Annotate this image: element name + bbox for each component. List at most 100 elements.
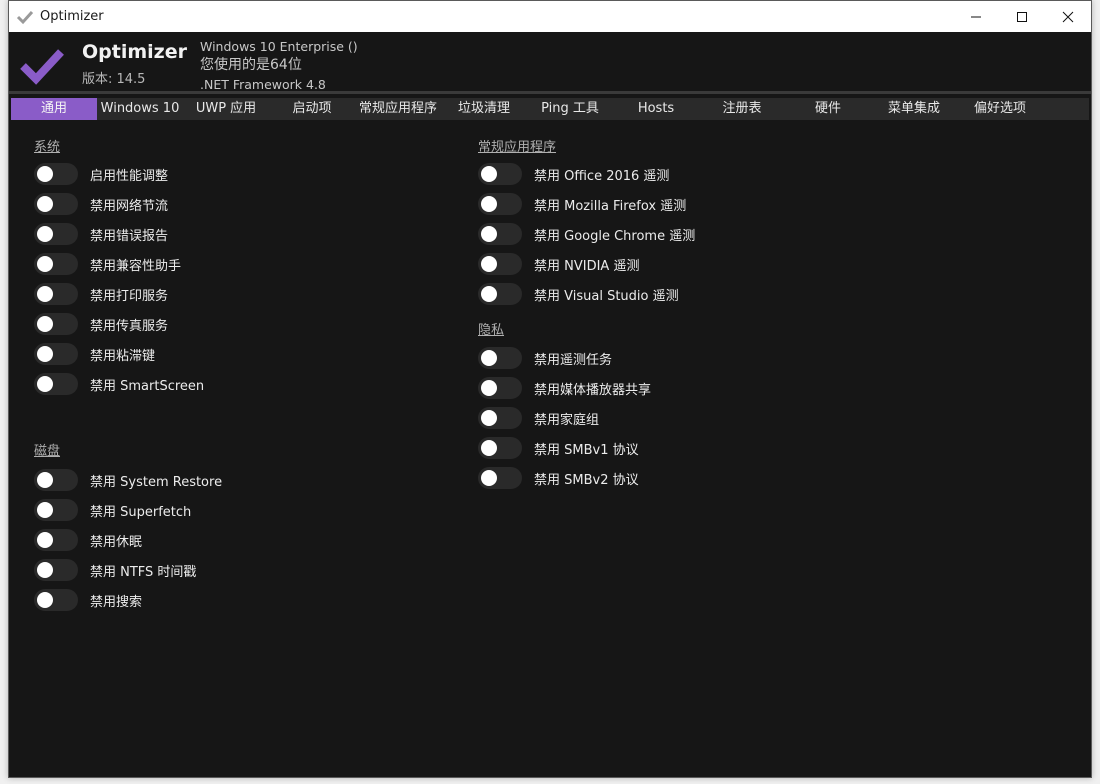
window-controls — [953, 1, 1091, 32]
toggle-knob — [481, 226, 497, 242]
tab-windows-10[interactable]: Windows 10 — [97, 98, 183, 120]
toggle-switch[interactable] — [34, 559, 78, 581]
close-button[interactable] — [1045, 1, 1091, 32]
option-label[interactable]: 启用性能调整 — [90, 165, 168, 184]
close-icon — [1062, 11, 1074, 22]
toggle-knob — [481, 196, 497, 212]
option-label[interactable]: 禁用错误报告 — [90, 225, 168, 244]
option-row: 禁用 Visual Studio 遥测 — [478, 283, 679, 305]
toggle-knob — [481, 380, 497, 396]
option-label[interactable]: 禁用家庭组 — [534, 409, 599, 428]
option-label[interactable]: 禁用 Mozilla Firefox 遥测 — [534, 195, 686, 214]
option-label[interactable]: 禁用 Office 2016 遥测 — [534, 165, 669, 184]
option-label[interactable]: 禁用 NVIDIA 遥测 — [534, 255, 639, 274]
option-row: 禁用媒体播放器共享 — [478, 377, 651, 399]
section-title-system[interactable]: 系统 — [34, 136, 60, 155]
toggle-switch[interactable] — [34, 589, 78, 611]
toggle-knob — [37, 592, 53, 608]
tab-ping-tool[interactable]: Ping 工具 — [527, 98, 613, 120]
system-info: Windows 10 Enterprise () 您使用的是64位 .NET F… — [200, 37, 358, 94]
tab-common-apps[interactable]: 常规应用程序 — [355, 98, 441, 120]
option-row: 禁用粘滞键 — [34, 343, 155, 365]
minimize-button[interactable] — [953, 1, 999, 32]
toggle-switch[interactable] — [34, 253, 78, 275]
option-label[interactable]: 禁用休眠 — [90, 531, 142, 550]
toggle-knob — [37, 316, 53, 332]
option-label[interactable]: 禁用 SMBv2 协议 — [534, 469, 639, 488]
option-label[interactable]: 禁用粘滞键 — [90, 345, 155, 364]
general-tab-content: 系统 启用性能调整 禁用网络节流 禁用错误报告 禁用兼容性助手 禁用打印服务 禁… — [9, 123, 1091, 777]
toggle-knob — [481, 440, 497, 456]
tab-registry[interactable]: 注册表 — [699, 98, 785, 120]
toggle-switch[interactable] — [34, 343, 78, 365]
option-label[interactable]: 禁用遥测任务 — [534, 349, 612, 368]
toggle-switch[interactable] — [478, 163, 522, 185]
toggle-knob — [37, 532, 53, 548]
toggle-switch[interactable] — [478, 253, 522, 275]
toggle-switch[interactable] — [34, 469, 78, 491]
toggle-knob — [481, 470, 497, 486]
toggle-switch[interactable] — [478, 347, 522, 369]
toggle-switch[interactable] — [478, 377, 522, 399]
toggle-switch[interactable] — [34, 223, 78, 245]
section-title-privacy[interactable]: 隐私 — [478, 319, 504, 338]
tab-hardware[interactable]: 硬件 — [785, 98, 871, 120]
toggle-switch[interactable] — [478, 407, 522, 429]
tab-bar: 通用 Windows 10 UWP 应用 启动项 常规应用程序 垃圾清理 Pin… — [11, 98, 1089, 120]
maximize-button[interactable] — [999, 1, 1045, 32]
tab-preferences[interactable]: 偏好选项 — [957, 98, 1043, 120]
toggle-switch[interactable] — [34, 313, 78, 335]
option-label[interactable]: 禁用 System Restore — [90, 471, 222, 490]
toggle-knob — [481, 410, 497, 426]
toggle-switch[interactable] — [34, 163, 78, 185]
toggle-switch[interactable] — [34, 499, 78, 521]
option-label[interactable]: 禁用 SMBv1 协议 — [534, 439, 639, 458]
toggle-switch[interactable] — [478, 467, 522, 489]
optimizer-logo-icon — [20, 49, 64, 85]
option-label[interactable]: 禁用网络节流 — [90, 195, 168, 214]
toggle-switch[interactable] — [478, 283, 522, 305]
toggle-switch[interactable] — [478, 437, 522, 459]
option-label[interactable]: 禁用 Superfetch — [90, 501, 191, 520]
toggle-switch[interactable] — [34, 193, 78, 215]
section-title-common-apps[interactable]: 常规应用程序 — [478, 136, 556, 155]
option-label[interactable]: 禁用 Visual Studio 遥测 — [534, 285, 679, 304]
option-row: 禁用 NTFS 时间戳 — [34, 559, 196, 581]
option-row: 禁用 Google Chrome 遥测 — [478, 223, 695, 245]
option-row: 禁用家庭组 — [478, 407, 599, 429]
tab-general[interactable]: 通用 — [11, 98, 97, 120]
tab-menu-integration[interactable]: 菜单集成 — [871, 98, 957, 120]
os-version: Windows 10 Enterprise () — [200, 39, 358, 54]
title-bar[interactable]: Optimizer — [9, 1, 1091, 32]
toggle-knob — [481, 166, 497, 182]
tab-cleaner[interactable]: 垃圾清理 — [441, 98, 527, 120]
toggle-knob — [37, 256, 53, 272]
option-row: 禁用 Superfetch — [34, 499, 191, 521]
toggle-knob — [37, 562, 53, 578]
option-label[interactable]: 禁用 Google Chrome 遥测 — [534, 225, 695, 244]
toggle-switch[interactable] — [34, 283, 78, 305]
toggle-knob — [37, 196, 53, 212]
option-label[interactable]: 禁用媒体播放器共享 — [534, 379, 651, 398]
option-label[interactable]: 禁用打印服务 — [90, 285, 168, 304]
toggle-knob — [481, 286, 497, 302]
option-label[interactable]: 禁用传真服务 — [90, 315, 168, 334]
option-label[interactable]: 禁用 SmartScreen — [90, 375, 204, 394]
app-version: 版本: 14.5 — [82, 72, 146, 87]
option-label[interactable]: 禁用 NTFS 时间戳 — [90, 561, 196, 580]
toggle-switch[interactable] — [478, 223, 522, 245]
tab-uwp-apps[interactable]: UWP 应用 — [183, 98, 269, 120]
option-label[interactable]: 禁用搜索 — [90, 591, 142, 610]
app-header: Optimizer 版本: 14.5 Windows 10 Enterprise… — [9, 32, 1091, 94]
tab-startup[interactable]: 启动项 — [269, 98, 355, 120]
tab-hosts[interactable]: Hosts — [613, 98, 699, 120]
checkmark-app-icon — [16, 10, 34, 24]
toggle-switch[interactable] — [34, 373, 78, 395]
option-label[interactable]: 禁用兼容性助手 — [90, 255, 181, 274]
toggle-switch[interactable] — [478, 193, 522, 215]
option-row: 禁用 SMBv1 协议 — [478, 437, 639, 459]
option-row: 禁用传真服务 — [34, 313, 168, 335]
toggle-switch[interactable] — [34, 529, 78, 551]
section-title-disk[interactable]: 磁盘 — [34, 440, 60, 459]
option-row: 禁用搜索 — [34, 589, 142, 611]
